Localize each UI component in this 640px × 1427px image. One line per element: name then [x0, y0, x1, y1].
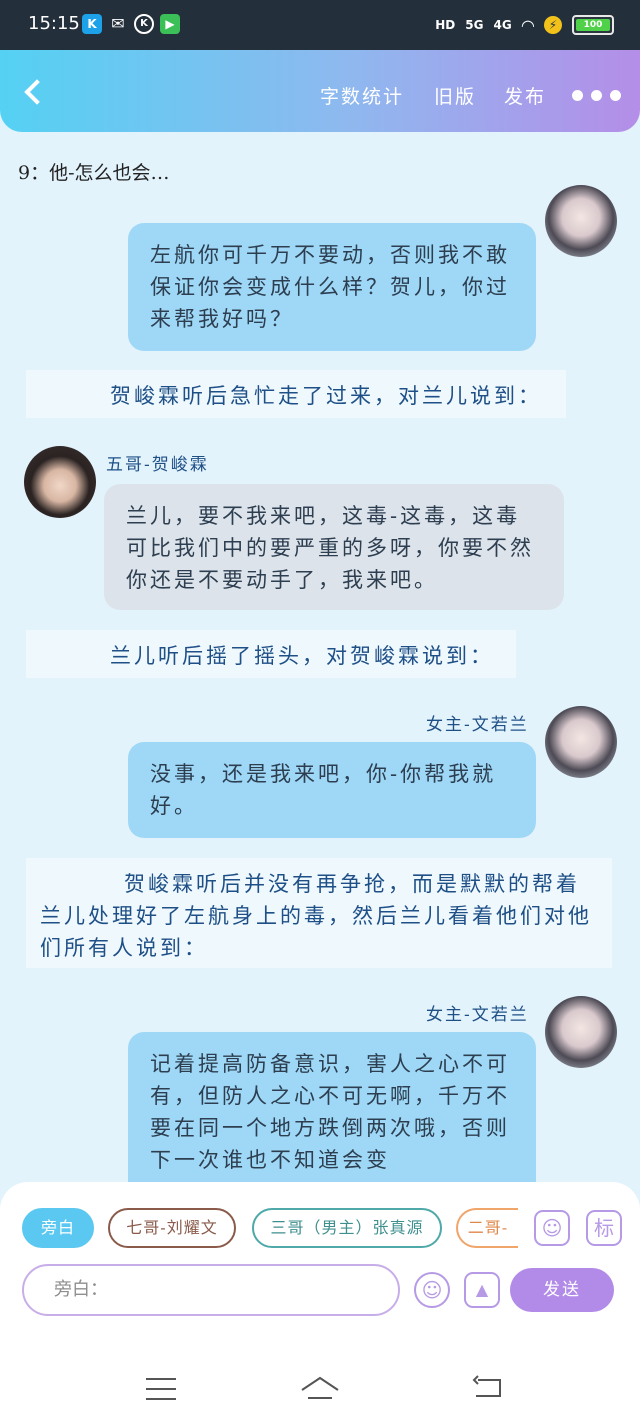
- wifi-icon: ◠: [521, 15, 534, 35]
- narration-block[interactable]: 贺峻霖听后并没有再争抢，而是默默的帮着兰儿处理好了左航身上的毒，然后兰儿看着他们…: [26, 858, 612, 968]
- back-icon[interactable]: [20, 78, 48, 106]
- old-version-button[interactable]: 旧版: [434, 82, 476, 109]
- word-count-button[interactable]: 字数统计: [320, 82, 404, 109]
- battery-icon: 100: [572, 15, 614, 35]
- role-chip-liu-yaowen[interactable]: 七哥-刘耀文: [108, 1208, 236, 1248]
- wechat-icon: ✉: [111, 14, 125, 33]
- speaker-name: 女主-文若兰: [426, 715, 529, 735]
- message-input[interactable]: 旁白：: [22, 1264, 400, 1316]
- video-app-icon: ▶: [160, 14, 180, 34]
- narration-block[interactable]: 贺峻霖听后急忙走了过来，对兰儿说到：: [26, 370, 566, 418]
- compose-panel: 旁白 七哥-刘耀文 三哥（男主）张真源 二哥- ☺ 标 旁白： ☺ ▲ 发送: [0, 1182, 640, 1352]
- chapter-title: 9：他-怎么也会…: [18, 162, 170, 184]
- hd-indicator: HD: [435, 18, 456, 32]
- message-bubble[interactable]: 没事，还是我来吧，你-你帮我就好。: [128, 742, 536, 838]
- role-chip-second-brother[interactable]: 二哥-: [456, 1208, 518, 1248]
- signal-4g-icon: 4G: [493, 18, 512, 32]
- back-nav-icon[interactable]: [472, 1374, 506, 1402]
- avatar[interactable]: [24, 446, 96, 518]
- image-icon[interactable]: ▲: [464, 1272, 500, 1308]
- status-bar: 15:15 K ✉ K ▶ HD 5G 4G ◠ ⚡ 100: [0, 0, 640, 50]
- role-chip-narration[interactable]: 旁白: [22, 1208, 94, 1248]
- avatar[interactable]: [545, 706, 617, 778]
- message-bubble[interactable]: 兰儿，要不我来吧，这毒-这毒，这毒可比我们中的要严重的多呀，你要不然你还是不要动…: [104, 484, 564, 610]
- system-nav-bar: [0, 1352, 640, 1427]
- avatar[interactable]: [545, 996, 617, 1068]
- charging-icon: ⚡: [544, 16, 562, 34]
- send-button[interactable]: 发送: [510, 1268, 614, 1312]
- contacts-icon[interactable]: ☺: [534, 1210, 570, 1246]
- status-indicators: HD 5G 4G ◠ ⚡ 100: [435, 12, 614, 38]
- home-icon[interactable]: [300, 1374, 340, 1404]
- emoji-icon[interactable]: ☺: [414, 1272, 450, 1308]
- signal-5g-icon: 5G: [465, 18, 484, 32]
- status-time: 15:15: [28, 13, 80, 34]
- avatar[interactable]: [545, 185, 617, 257]
- narration-block[interactable]: 兰儿听后摇了摇头，对贺峻霖说到：: [26, 630, 516, 678]
- publish-button[interactable]: 发布: [504, 82, 546, 109]
- menu-icon[interactable]: [146, 1378, 176, 1400]
- k-circle-icon: K: [134, 14, 154, 34]
- tag-icon[interactable]: 标: [586, 1210, 622, 1246]
- speaker-name: 女主-文若兰: [426, 1005, 529, 1025]
- message-bubble[interactable]: 左航你可千万不要动，否则我不敢保证你会变成什么样？贺儿，你过来帮我好吗？: [128, 223, 536, 351]
- top-toolbar: 字数统计 旧版 发布: [0, 50, 640, 132]
- speaker-name: 五哥-贺峻霖: [106, 455, 209, 475]
- role-chip-zhang-zhenyuan[interactable]: 三哥（男主）张真源: [252, 1208, 442, 1248]
- k-app-icon: K: [82, 14, 102, 34]
- more-icon[interactable]: [572, 90, 621, 101]
